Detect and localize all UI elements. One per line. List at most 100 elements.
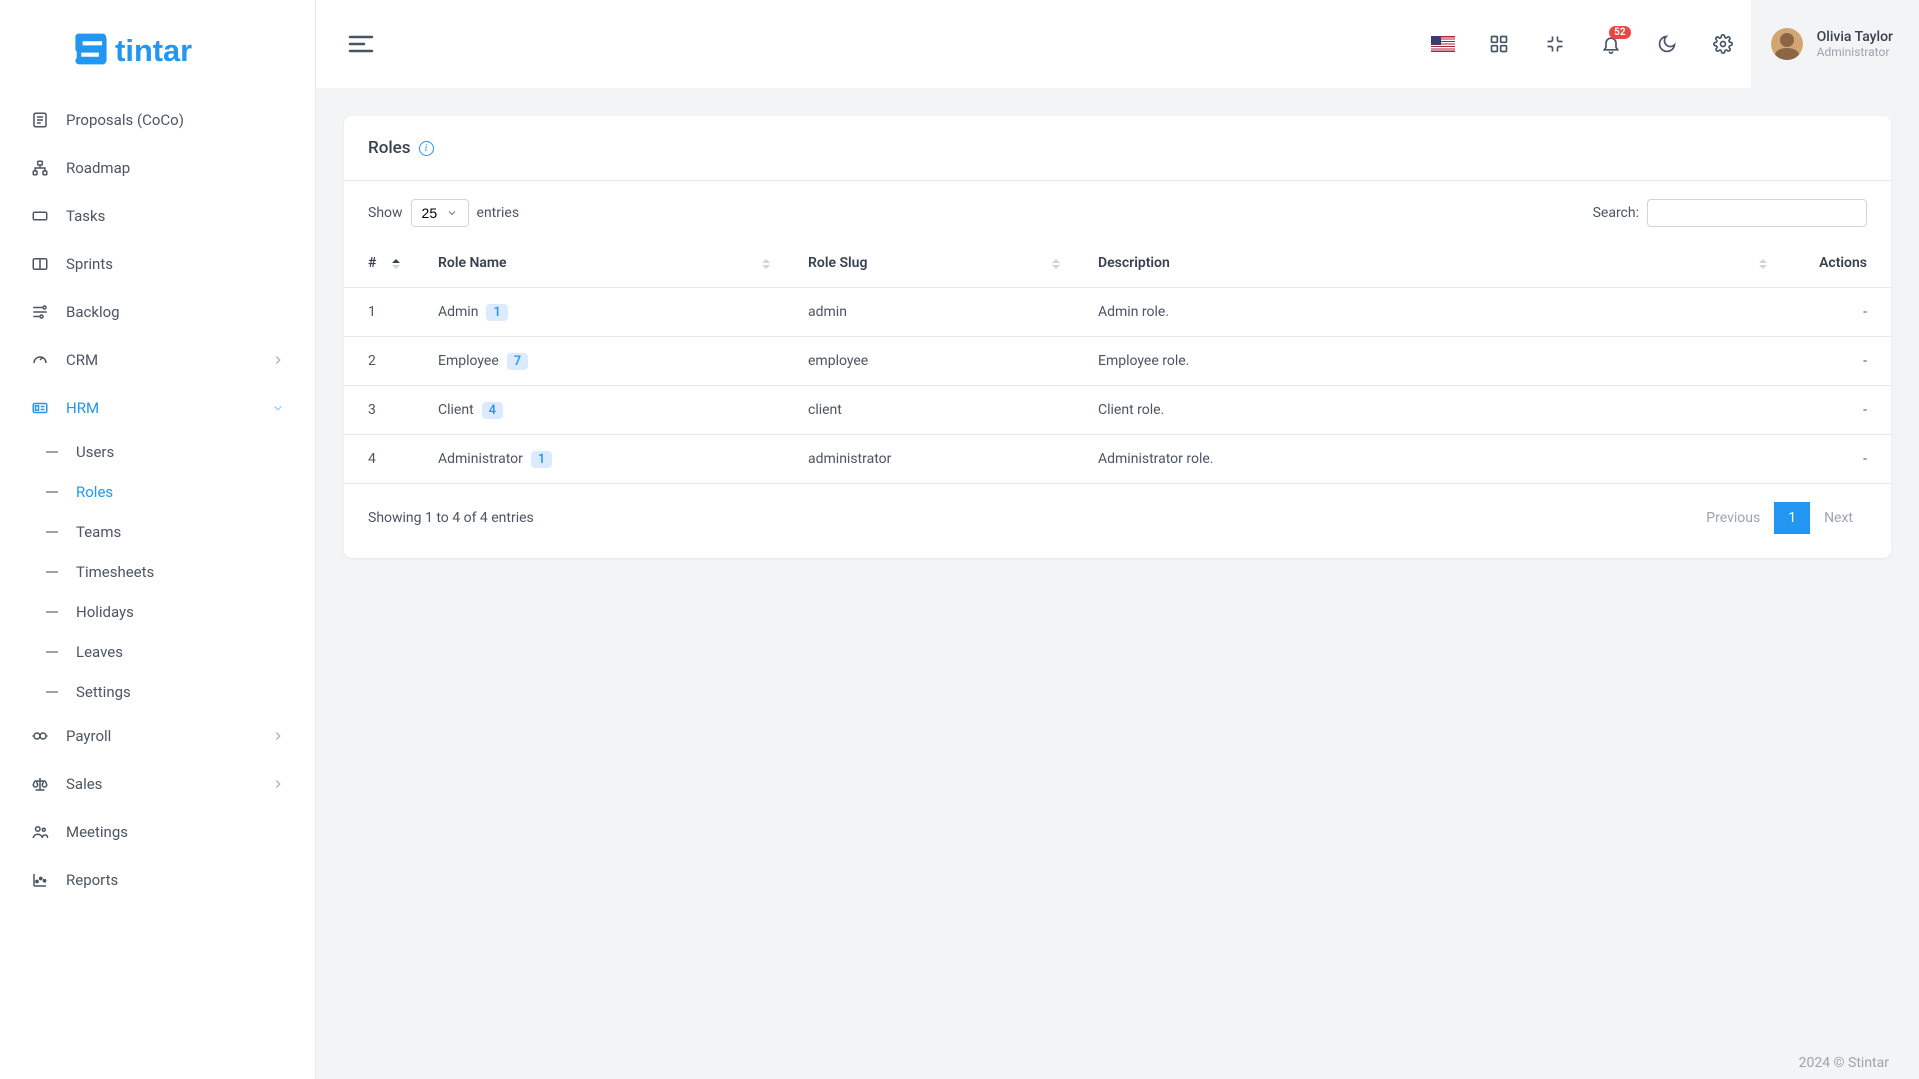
- col-desc[interactable]: Description: [1074, 239, 1781, 288]
- id-icon: [30, 398, 50, 418]
- next-button[interactable]: Next: [1810, 502, 1867, 534]
- cell-name[interactable]: Administrator1: [414, 435, 784, 484]
- sidebar-item-meetings[interactable]: Meetings: [0, 808, 315, 856]
- sidebar-item-label: Proposals (CoCo): [66, 111, 285, 129]
- sub-label: Timesheets: [76, 563, 154, 581]
- sub-label: Teams: [76, 523, 121, 541]
- sidebar-item-sprints[interactable]: Sprints: [0, 240, 315, 288]
- cell-name[interactable]: Admin1: [414, 288, 784, 337]
- hrm-submenu: Users Roles Teams Timesheets Holidays Le…: [0, 432, 315, 712]
- search-label: Search:: [1593, 205, 1639, 221]
- table-row: 2Employee7employeeEmployee role.-: [344, 337, 1891, 386]
- col-name[interactable]: Role Name: [414, 239, 784, 288]
- sidebar-item-roadmap[interactable]: Roadmap: [0, 144, 315, 192]
- logo[interactable]: tintar: [0, 0, 315, 92]
- page-1-button[interactable]: 1: [1774, 502, 1810, 534]
- sidebar-item-proposals[interactable]: Proposals (CoCo): [0, 96, 315, 144]
- dash-icon: [46, 531, 58, 533]
- sidebar-item-label: HRM: [66, 399, 271, 417]
- moon-icon: [1657, 34, 1677, 54]
- sidebar-item-hrm[interactable]: HRM: [0, 384, 315, 432]
- user-name: Olivia Taylor: [1817, 29, 1893, 45]
- sidebar-item-tasks[interactable]: Tasks: [0, 192, 315, 240]
- sidebar-sub-roles[interactable]: Roles: [16, 472, 315, 512]
- sidebar-sub-holidays[interactable]: Holidays: [16, 592, 315, 632]
- table-controls: Show 25 entries Search:: [344, 181, 1891, 227]
- users-icon: [30, 822, 50, 842]
- sidebar-item-backlog[interactable]: Backlog: [0, 288, 315, 336]
- sub-label: Leaves: [76, 643, 123, 661]
- apps-button[interactable]: [1471, 16, 1527, 72]
- cell-idx: 1: [344, 288, 414, 337]
- user-menu-button[interactable]: Olivia Taylor Administrator: [1751, 0, 1919, 88]
- chevron-right-icon: [271, 777, 285, 791]
- sub-label: Settings: [76, 683, 131, 701]
- col-slug[interactable]: Role Slug: [784, 239, 1074, 288]
- theme-button[interactable]: [1639, 16, 1695, 72]
- sidebar-item-crm[interactable]: CRM: [0, 336, 315, 384]
- info-icon[interactable]: i: [419, 141, 434, 156]
- sidebar-item-sales[interactable]: Sales: [0, 760, 315, 808]
- sidebar-sub-users[interactable]: Users: [16, 432, 315, 472]
- cell-idx: 2: [344, 337, 414, 386]
- cell-name[interactable]: Client4: [414, 386, 784, 435]
- sidebar-item-reports[interactable]: Reports: [0, 856, 315, 904]
- roles-table: # Role Name Role Slug Description Action…: [344, 239, 1891, 484]
- count-badge: 1: [486, 304, 507, 321]
- sidebar-item-label: Reports: [66, 871, 285, 889]
- chevron-down-icon: [271, 401, 285, 415]
- sidebar-sub-timesheets[interactable]: Timesheets: [16, 552, 315, 592]
- sidebar-item-label: Tasks: [66, 207, 285, 225]
- search-input[interactable]: [1647, 199, 1867, 227]
- cell-slug: admin: [784, 288, 1074, 337]
- cell-actions: -: [1781, 386, 1891, 435]
- chevron-right-icon: [271, 353, 285, 367]
- sidebar-item-label: Backlog: [66, 303, 285, 321]
- page-title: Roles: [368, 138, 411, 158]
- entries-select[interactable]: 25: [411, 199, 469, 227]
- header: 52 Olivia Taylor Administrator: [316, 0, 1919, 88]
- language-button[interactable]: [1415, 16, 1471, 72]
- roles-card: Roles i Show 25 entries Search: # Role N: [344, 116, 1891, 558]
- table-row: 1Admin1adminAdmin role.-: [344, 288, 1891, 337]
- chart-icon: [30, 870, 50, 890]
- sitemap-icon: [30, 158, 50, 178]
- columns-icon: [30, 254, 50, 274]
- file-icon: [30, 110, 50, 130]
- grid-icon: [1489, 34, 1509, 54]
- cell-desc: Employee role.: [1074, 337, 1781, 386]
- dash-icon: [46, 691, 58, 693]
- cell-name[interactable]: Employee7: [414, 337, 784, 386]
- content: Roles i Show 25 entries Search: # Role N: [316, 88, 1919, 1079]
- sidebar-sub-teams[interactable]: Teams: [16, 512, 315, 552]
- money-icon: [30, 726, 50, 746]
- cell-idx: 3: [344, 386, 414, 435]
- table-summary: Showing 1 to 4 of 4 entries: [368, 510, 534, 526]
- chevron-right-icon: [271, 729, 285, 743]
- sub-label: Users: [76, 443, 114, 461]
- sub-label: Roles: [76, 483, 113, 501]
- scale-icon: [30, 774, 50, 794]
- dash-icon: [46, 491, 58, 493]
- cell-desc: Administrator role.: [1074, 435, 1781, 484]
- menu-toggle-button[interactable]: [348, 34, 374, 54]
- sidebar-item-label: Roadmap: [66, 159, 285, 177]
- prev-button[interactable]: Previous: [1692, 502, 1774, 534]
- sub-label: Holidays: [76, 603, 134, 621]
- notifications-button[interactable]: 52: [1583, 16, 1639, 72]
- sidebar-sub-leaves[interactable]: Leaves: [16, 632, 315, 672]
- sidebar-sub-settings[interactable]: Settings: [16, 672, 315, 712]
- settings-button[interactable]: [1695, 16, 1751, 72]
- count-badge: 1: [531, 451, 552, 468]
- show-label-post: entries: [477, 205, 520, 221]
- cell-idx: 4: [344, 435, 414, 484]
- cell-actions: -: [1781, 435, 1891, 484]
- avatar: [1771, 28, 1803, 60]
- show-label-pre: Show: [368, 205, 403, 221]
- sidebar: tintar Proposals (CoCo) Roadmap Tasks Sp…: [0, 0, 316, 1079]
- cell-actions: -: [1781, 337, 1891, 386]
- sidebar-item-payroll[interactable]: Payroll: [0, 712, 315, 760]
- fullscreen-exit-button[interactable]: [1527, 16, 1583, 72]
- col-index[interactable]: #: [344, 239, 414, 288]
- minimize-icon: [1545, 34, 1565, 54]
